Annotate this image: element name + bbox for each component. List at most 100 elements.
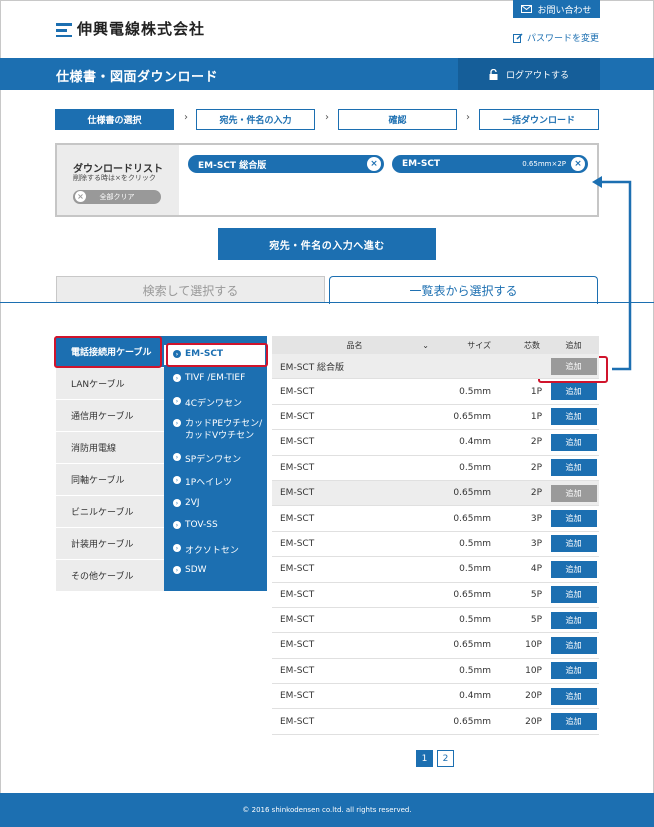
product-size: 0.5mm xyxy=(459,564,491,575)
product-name: EM-SCT xyxy=(280,538,315,549)
add-cell: 追加 xyxy=(548,433,599,451)
product-size: 0.65mm xyxy=(453,411,491,422)
password-label: パスワードを変更 xyxy=(527,34,600,44)
add-cell: 追加 xyxy=(548,383,599,401)
subcategory-item[interactable]: › 2VJ xyxy=(164,498,200,508)
subcategory-item[interactable]: › オクソトセン xyxy=(164,543,239,556)
table-row: EM-SCT 0.5mm 1P 追加 xyxy=(272,379,599,405)
subcategory-item[interactable]: › SPデンワセン xyxy=(164,452,241,465)
table-row: EM-SCT 0.65mm 3P 追加 xyxy=(272,506,599,532)
chevron-right-icon: › xyxy=(173,566,181,574)
category-item[interactable]: ビニルケーブル xyxy=(56,496,164,528)
logout-label: ログアウトする xyxy=(505,70,569,81)
table-body: EM-SCT 総合版 追加 EM-SCT 0.5mm 1P 追加 EM-SCT 0.65mm 1… xyxy=(272,354,599,735)
change-password-link[interactable]: パスワードを変更 xyxy=(513,31,599,44)
product-cores: 1P xyxy=(530,411,542,422)
category-item[interactable]: 計装用ケーブル xyxy=(56,528,164,560)
subcategory-label: 1Pヘイレツ xyxy=(185,478,233,488)
add-button[interactable]: 追加 xyxy=(550,383,597,401)
contact-label: お問い合わせ xyxy=(537,5,592,16)
add-button[interactable]: 追加 xyxy=(550,459,597,477)
table-row: EM-SCT 0.4mm 2P 追加 xyxy=(272,430,599,456)
subcategory-item[interactable]: › 4Cデンワセン xyxy=(164,396,242,409)
table-row: EM-SCT 0.4mm 20P 追加 xyxy=(272,684,599,710)
tab-list[interactable]: 一覧表から選択する xyxy=(329,276,598,304)
add-button[interactable]: 追加 xyxy=(550,713,597,731)
subcategory-item[interactable]: › TOV-SS xyxy=(164,520,218,530)
contact-button[interactable]: お問い合わせ xyxy=(513,0,600,18)
add-button[interactable]: 追加 xyxy=(550,408,597,426)
subcategory-item[interactable]: › TIVF /EM-TIEF xyxy=(164,373,245,383)
chevron-right-icon: › xyxy=(173,499,181,507)
add-button[interactable]: 追加 xyxy=(550,484,597,502)
product-size: 0.5mm xyxy=(459,615,491,626)
copyright-text: © 2016 shinkodensen co.ltd. all rights r… xyxy=(242,806,412,814)
add-button[interactable]: 追加 xyxy=(550,636,597,654)
add-cell: 追加 xyxy=(548,484,599,502)
table-row: EM-SCT 0.5mm 10P 追加 xyxy=(272,659,599,685)
product-size: 0.5mm xyxy=(459,462,491,473)
download-list: ダウンロードリスト 削除する時は×をクリック × 全部クリア EM-SCT 総合… xyxy=(55,143,599,217)
step-confirm: 確認 xyxy=(338,109,457,130)
download-chip: EM-SCT 総合版 × xyxy=(188,155,384,173)
remove-chip-icon[interactable]: × xyxy=(367,157,381,171)
tab-search[interactable]: 検索して選択する xyxy=(56,276,325,303)
chip-size: 0.65mm×2P xyxy=(522,160,566,168)
subcategory-label: 2VJ xyxy=(185,498,200,508)
product-size: 0.65mm xyxy=(453,513,491,524)
category-item[interactable]: 通信用ケーブル xyxy=(56,400,164,432)
category-item[interactable]: LANケーブル xyxy=(56,368,164,400)
chevron-right-icon: › xyxy=(466,112,470,123)
add-cell: 追加 xyxy=(548,636,599,654)
product-name: EM-SCT 総合版 xyxy=(280,362,345,373)
product-size: 0.5mm xyxy=(459,665,491,676)
add-button[interactable]: 追加 xyxy=(550,433,597,451)
page-1-button[interactable]: 1 xyxy=(416,750,433,767)
add-cell: 追加 xyxy=(548,687,599,705)
header-name[interactable]: 品名 ⌄ xyxy=(272,336,437,354)
category-item[interactable]: 消防用電線 xyxy=(56,432,164,464)
header-cores: 芯数 xyxy=(524,340,540,350)
product-size: 0.65mm xyxy=(453,488,491,499)
subcategory-item[interactable]: › 1Pヘイレツ xyxy=(164,475,232,488)
pencil-icon xyxy=(513,32,523,43)
chevron-down-icon: ⌄ xyxy=(422,340,429,350)
add-button[interactable]: 追加 xyxy=(550,535,597,553)
product-name: EM-SCT xyxy=(280,513,315,524)
add-button[interactable]: 追加 xyxy=(550,510,597,528)
subcategory-label: カッドPEウチセン/カッドVウチセン xyxy=(185,419,263,441)
remove-chip-icon[interactable]: × xyxy=(571,157,585,171)
category-item[interactable]: 同軸ケーブル xyxy=(56,464,164,496)
add-cell: 追加 xyxy=(548,560,599,578)
chevron-right-icon: › xyxy=(184,112,188,123)
subcategory-item[interactable]: › SDW xyxy=(164,565,207,575)
download-list-hint: 削除する時は×をクリック xyxy=(73,174,156,182)
chevron-right-icon: › xyxy=(173,544,181,552)
product-name: EM-SCT xyxy=(280,564,315,575)
add-button[interactable]: 追加 xyxy=(550,662,597,680)
product-name: EM-SCT xyxy=(280,462,315,473)
table-row: EM-SCT 0.65mm 5P 追加 xyxy=(272,583,599,608)
product-size: 0.4mm xyxy=(459,691,491,702)
chevron-right-icon: › xyxy=(173,419,181,427)
product-name: EM-SCT xyxy=(280,437,315,448)
product-name: EM-SCT xyxy=(280,716,315,727)
add-button[interactable]: 追加 xyxy=(550,687,597,705)
add-button[interactable]: 追加 xyxy=(550,357,597,375)
add-button[interactable]: 追加 xyxy=(550,586,597,604)
logout-button[interactable]: ログアウトする xyxy=(458,58,600,90)
add-button[interactable]: 追加 xyxy=(550,611,597,629)
tab-divider xyxy=(0,302,654,303)
add-button[interactable]: 追加 xyxy=(550,560,597,578)
category-item[interactable]: その他ケーブル xyxy=(56,560,164,592)
proceed-button[interactable]: 宛先・件名の入力へ進む xyxy=(218,228,436,260)
subcategory-label: オクソトセン xyxy=(185,546,239,556)
subcategory-label: TIVF /EM-TIEF xyxy=(185,373,246,383)
header-name-label: 品名 xyxy=(346,340,363,350)
subcategory-list: › EM-SCT › TIVF /EM-TIEF › 4Cデンワセン › カッド… xyxy=(164,336,267,591)
page-2-button[interactable]: 2 xyxy=(437,750,454,767)
company-logo[interactable]: 伸興電線株式会社 xyxy=(56,18,205,39)
clear-all-button[interactable]: × 全部クリア xyxy=(73,190,161,204)
subcategory-item[interactable]: › カッドPEウチセン/カッドVウチセン xyxy=(164,418,264,442)
product-size: 0.4mm xyxy=(459,437,491,448)
